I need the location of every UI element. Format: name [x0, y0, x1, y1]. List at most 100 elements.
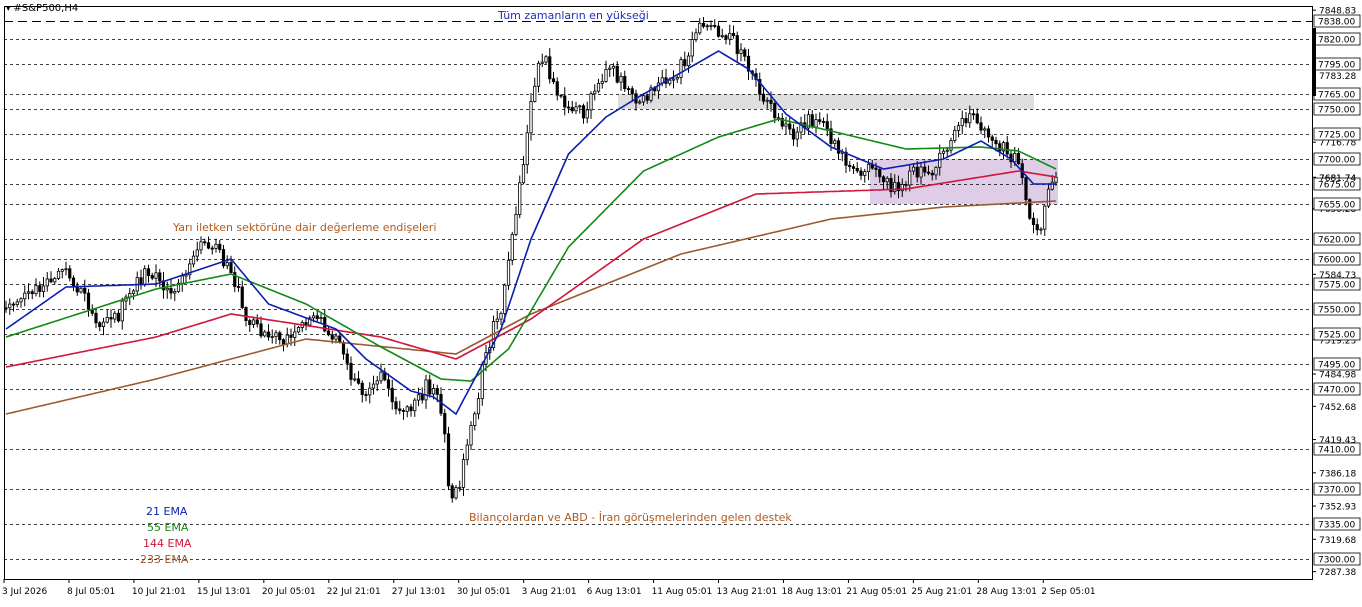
- price-tick-label: 7484.98: [1319, 371, 1356, 381]
- candle-body: [353, 378, 357, 381]
- candle: [173, 288, 177, 302]
- candle: [225, 255, 229, 270]
- price-tick-label: 7352.93: [1319, 503, 1356, 513]
- level-label: 7470.00: [1318, 386, 1355, 396]
- candle-body: [296, 327, 301, 333]
- candle-body: [975, 113, 979, 124]
- candle-body: [926, 171, 931, 174]
- candle-body: [1024, 177, 1028, 201]
- candle-body: [683, 59, 687, 67]
- candle-body: [784, 123, 788, 127]
- price-chart[interactable]: 7848.837783.287716.787681.747650.287584.…: [0, 0, 1362, 603]
- candle: [206, 236, 211, 250]
- candle: [15, 298, 19, 308]
- candle-body: [1054, 176, 1058, 183]
- candle-body: [94, 312, 98, 324]
- candle: [518, 175, 522, 219]
- candle: [540, 53, 544, 67]
- candle: [589, 91, 593, 119]
- candle-body: [146, 268, 151, 276]
- candle-body: [671, 78, 676, 81]
- candle: [473, 411, 477, 431]
- upper-resistance-zone: [618, 94, 1034, 109]
- candle-body: [705, 25, 709, 28]
- candle-body: [38, 285, 42, 292]
- candle-body: [645, 95, 649, 101]
- candle: [728, 24, 732, 45]
- candle: [1005, 135, 1009, 159]
- candle-body: [225, 262, 229, 267]
- candle: [683, 51, 687, 70]
- candle-body: [401, 410, 406, 412]
- candle-body: [64, 268, 68, 271]
- candle-body: [885, 177, 889, 183]
- candle-body: [394, 401, 398, 410]
- candle-body: [371, 383, 376, 389]
- candle-body: [739, 49, 743, 54]
- candle-body: [259, 323, 263, 337]
- candle: [349, 356, 353, 386]
- candle: [724, 34, 728, 45]
- candle: [791, 124, 796, 146]
- candle-body: [694, 32, 698, 40]
- candle-body: [270, 336, 274, 338]
- level-label: 7725.00: [1318, 131, 1355, 141]
- candle: [266, 324, 271, 341]
- candle: [101, 317, 106, 336]
- candle: [146, 264, 151, 283]
- ath-annotation: Tüm zamanların en yükseği: [498, 9, 649, 22]
- candle-body: [818, 119, 822, 122]
- candle: [386, 373, 391, 397]
- candle-body: [960, 118, 964, 127]
- candle-body: [810, 114, 814, 128]
- candle: [345, 348, 349, 370]
- candle-body: [8, 303, 12, 309]
- candle: [259, 316, 263, 339]
- candle-body: [878, 169, 882, 178]
- candle-body: [116, 312, 121, 322]
- candle-body: [218, 243, 222, 250]
- level-label: 7655.00: [1318, 201, 1355, 211]
- candle-body: [945, 149, 949, 152]
- candle: [799, 116, 803, 140]
- candle-body: [23, 292, 27, 300]
- price-axis: 7848.837783.287716.787681.747650.287584.…: [1312, 7, 1361, 578]
- candle-body: [626, 88, 631, 91]
- candle: [446, 426, 451, 491]
- price-tick-label: 7386.18: [1319, 469, 1356, 479]
- support-annotation: Bilançolardan ve ABD - İran görüşmelerin…: [469, 511, 792, 524]
- candle: [495, 310, 499, 330]
- candle-body: [195, 249, 199, 257]
- candle-body: [435, 388, 439, 395]
- candle-body: [465, 444, 469, 461]
- candle: [544, 54, 548, 65]
- candle: [278, 330, 282, 345]
- candle-body: [443, 412, 447, 435]
- candle: [818, 112, 822, 125]
- candle: [424, 374, 428, 409]
- candle-body: [454, 487, 458, 499]
- candle-body: [574, 106, 578, 112]
- candle: [60, 268, 64, 279]
- candle: [979, 116, 983, 135]
- candle-body: [278, 332, 282, 341]
- candle-body: [221, 249, 226, 267]
- candle: [739, 43, 743, 62]
- level-label: 7838.00: [1318, 18, 1355, 28]
- candle: [139, 269, 143, 290]
- candle: [851, 164, 856, 174]
- candle: [525, 124, 529, 174]
- candle-body: [619, 76, 623, 83]
- candle-body: [555, 81, 559, 96]
- candle: [360, 380, 364, 403]
- candle: [308, 315, 312, 327]
- candle: [953, 125, 957, 143]
- candle: [416, 387, 421, 407]
- candle-body: [713, 24, 717, 27]
- ema233-line: [5, 200, 1057, 415]
- candle-body: [405, 406, 409, 412]
- time-tick-label: 2 Sep 05:01: [1041, 587, 1095, 597]
- candle: [1043, 204, 1047, 236]
- candle: [214, 238, 218, 253]
- candle: [735, 31, 739, 62]
